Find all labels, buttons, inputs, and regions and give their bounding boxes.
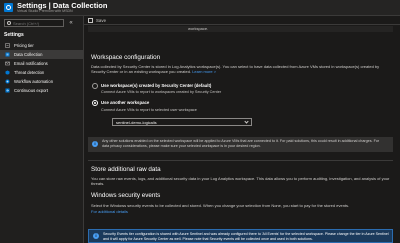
workspace-config-heading: Workspace configuration	[91, 54, 161, 61]
search-icon	[7, 21, 11, 25]
collapse-sidebar-button[interactable]: «	[67, 19, 75, 27]
sidebar-item-email-notifications[interactable]: Email notifications	[0, 59, 83, 68]
info-icon: i	[92, 141, 98, 147]
sidebar-item-label: Threat detection	[14, 70, 45, 75]
additional-details-link[interactable]: For additional details	[91, 209, 128, 214]
pricing-tier-icon	[5, 43, 10, 48]
security-center-gear-icon	[4, 3, 13, 12]
sidebar-item-continuous-export[interactable]: Continuous export	[0, 86, 83, 95]
radio-another-label: Use another workspace	[101, 100, 150, 105]
command-bar: Save	[84, 16, 400, 25]
store-raw-heading: Store additional raw data	[91, 166, 161, 173]
sentinel-info-message: i Security Events tier configuration is …	[88, 229, 393, 243]
workspace-select-value: sentinel-demo-logicalis	[116, 120, 157, 125]
windows-events-heading: Windows security events	[91, 192, 161, 199]
workspace-config-description: Data collected by Security Center is sto…	[91, 64, 391, 75]
sidebar: « Settings Pricing tier Data Collection …	[0, 16, 84, 243]
radio-another-description: Connect Azure VMs to report to selected …	[101, 108, 197, 112]
workspace-info-message: i Any other solutions enabled on the sel…	[88, 137, 393, 152]
continuous-export-icon	[5, 88, 10, 93]
radio-default-description: Connect Azure VMs to report to workspace…	[101, 90, 222, 94]
sidebar-section-title: Settings	[4, 32, 24, 38]
store-raw-description: You can store raw events, logs, and addi…	[91, 176, 390, 187]
main-content: workspace. Workspace configuration Data …	[84, 26, 400, 243]
sidebar-search[interactable]	[4, 19, 64, 27]
workflow-automation-icon	[5, 79, 10, 84]
save-label: Save	[96, 18, 107, 23]
sidebar-item-data-collection[interactable]: Data Collection	[0, 50, 83, 59]
subscription-subtitle: Virtual Studio Premium with MSDN	[17, 9, 73, 13]
radio-default-label: Use workspace(s) created by Security Cen…	[101, 83, 212, 88]
data-collection-icon	[5, 52, 10, 57]
threat-detection-icon	[5, 70, 10, 75]
workspace-info-text: Any other solutions enabled on the selec…	[102, 139, 380, 148]
search-input[interactable]	[13, 20, 63, 26]
sidebar-item-label: Data Collection	[14, 52, 43, 57]
email-notifications-icon	[5, 61, 10, 66]
title-bar: Settings | Data Collection Virtual Studi…	[0, 0, 400, 16]
top-info-strip: workspace.	[88, 26, 393, 32]
radio-default-workspace[interactable]	[92, 83, 98, 89]
workspace-config-text: Data collected by Security Center is sto…	[91, 64, 380, 75]
sidebar-item-pricing-tier[interactable]: Pricing tier	[0, 41, 83, 50]
section-divider	[88, 160, 393, 161]
chevron-down-icon	[244, 119, 249, 124]
workspace-select[interactable]: sentinel-demo-logicalis	[112, 118, 252, 126]
top-info-text: workspace.	[188, 26, 209, 31]
sidebar-item-label: Continuous export	[14, 88, 48, 93]
sentinel-info-text: Security Events tier configuration is sh…	[103, 232, 389, 241]
radio-another-workspace[interactable]	[92, 100, 98, 106]
sidebar-item-label: Email notifications	[14, 61, 48, 66]
save-icon	[88, 18, 93, 23]
windows-events-description: Select the Windows security events to be…	[91, 203, 350, 208]
sidebar-item-threat-detection[interactable]: Threat detection	[0, 68, 83, 77]
sidebar-item-label: Pricing tier	[14, 43, 34, 48]
sidebar-item-label: Workflow automation	[14, 79, 54, 84]
sidebar-item-workflow-automation[interactable]: Workflow automation	[0, 77, 83, 86]
info-icon: i	[93, 233, 99, 239]
learn-more-link[interactable]: Learn more >	[192, 69, 216, 74]
